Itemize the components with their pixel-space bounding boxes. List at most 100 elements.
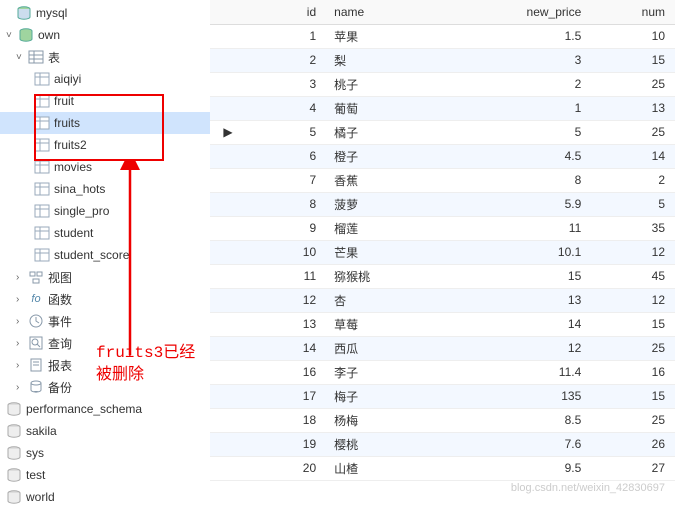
col-header-id[interactable]: id [248, 0, 326, 24]
expand-icon[interactable]: › [16, 338, 28, 349]
table-row[interactable]: 6橙子4.514 [210, 144, 675, 168]
cell-id[interactable]: 14 [248, 336, 326, 360]
cell-new_price[interactable]: 4.5 [452, 144, 592, 168]
cell-num[interactable]: 13 [591, 96, 675, 120]
cell-name[interactable]: 桃子 [326, 72, 452, 96]
queries-folder[interactable]: ›查询 [0, 332, 210, 354]
cell-new_price[interactable]: 8.5 [452, 408, 592, 432]
cell-num[interactable]: 15 [591, 48, 675, 72]
cell-id[interactable]: 10 [248, 240, 326, 264]
db-item[interactable]: test [0, 464, 210, 486]
cell-new_price[interactable]: 2 [452, 72, 592, 96]
cell-id[interactable]: 6 [248, 144, 326, 168]
db-item[interactable]: performance_schema [0, 398, 210, 420]
cell-new_price[interactable]: 9.5 [452, 456, 592, 480]
cell-id[interactable]: 16 [248, 360, 326, 384]
cell-id[interactable]: 3 [248, 72, 326, 96]
table-row[interactable]: 18杨梅8.525 [210, 408, 675, 432]
cell-new_price[interactable]: 11 [452, 216, 592, 240]
cell-id[interactable]: 5 [248, 120, 326, 144]
events-folder[interactable]: ›事件 [0, 310, 210, 332]
cell-id[interactable]: 12 [248, 288, 326, 312]
cell-id[interactable]: 11 [248, 264, 326, 288]
functions-folder[interactable]: ›fo函数 [0, 288, 210, 310]
table-row[interactable]: 7香蕉82 [210, 168, 675, 192]
cell-num[interactable]: 26 [591, 432, 675, 456]
cell-new_price[interactable]: 15 [452, 264, 592, 288]
cell-num[interactable]: 15 [591, 384, 675, 408]
table-row[interactable]: 16李子11.416 [210, 360, 675, 384]
cell-name[interactable]: 杨梅 [326, 408, 452, 432]
cell-id[interactable]: 19 [248, 432, 326, 456]
col-header-name[interactable]: name [326, 0, 452, 24]
table-item[interactable]: fruits2 [0, 134, 210, 156]
table-row[interactable]: 1苹果1.510 [210, 24, 675, 48]
cell-new_price[interactable]: 135 [452, 384, 592, 408]
data-grid[interactable]: id name new_price num 1苹果1.5102梨3153桃子22… [210, 0, 675, 481]
table-row[interactable]: 3桃子225 [210, 72, 675, 96]
cell-new_price[interactable]: 8 [452, 168, 592, 192]
cell-name[interactable]: 猕猴桃 [326, 264, 452, 288]
cell-name[interactable]: 梨 [326, 48, 452, 72]
table-item[interactable]: sina_hots [0, 178, 210, 200]
db-item[interactable]: sakila [0, 420, 210, 442]
table-row[interactable]: 19樱桃7.626 [210, 432, 675, 456]
cell-id[interactable]: 2 [248, 48, 326, 72]
cell-name[interactable]: 樱桃 [326, 432, 452, 456]
cell-id[interactable]: 13 [248, 312, 326, 336]
cell-id[interactable]: 1 [248, 24, 326, 48]
table-row[interactable]: 20山楂9.527 [210, 456, 675, 480]
cell-num[interactable]: 12 [591, 240, 675, 264]
table-item[interactable]: student_score [0, 244, 210, 266]
cell-name[interactable]: 苹果 [326, 24, 452, 48]
cell-id[interactable]: 8 [248, 192, 326, 216]
table-row[interactable]: 8菠萝5.95 [210, 192, 675, 216]
tables-folder[interactable]: ˅ 表 [0, 46, 210, 68]
table-row[interactable]: 9榴莲1135 [210, 216, 675, 240]
table-row[interactable]: 12杏1312 [210, 288, 675, 312]
cell-name[interactable]: 草莓 [326, 312, 452, 336]
cell-new_price[interactable]: 1.5 [452, 24, 592, 48]
table-row[interactable]: 17梅子13515 [210, 384, 675, 408]
db-mysql[interactable]: mysql [0, 2, 210, 24]
cell-new_price[interactable]: 3 [452, 48, 592, 72]
cell-name[interactable]: 橘子 [326, 120, 452, 144]
collapse-icon[interactable]: ˅ [16, 52, 28, 63]
expand-icon[interactable]: › [16, 294, 28, 305]
table-item-selected[interactable]: fruits [0, 112, 210, 134]
db-item[interactable]: sys [0, 442, 210, 464]
table-item[interactable]: single_pro [0, 200, 210, 222]
cell-name[interactable]: 芒果 [326, 240, 452, 264]
backup-folder[interactable]: ›备份 [0, 376, 210, 398]
cell-num[interactable]: 25 [591, 120, 675, 144]
cell-num[interactable]: 2 [591, 168, 675, 192]
cell-name[interactable]: 榴莲 [326, 216, 452, 240]
db-item[interactable]: world [0, 486, 210, 508]
cell-num[interactable]: 35 [591, 216, 675, 240]
cell-new_price[interactable]: 11.4 [452, 360, 592, 384]
cell-name[interactable]: 杏 [326, 288, 452, 312]
table-item[interactable]: aiqiyi [0, 68, 210, 90]
cell-num[interactable]: 45 [591, 264, 675, 288]
cell-id[interactable]: 4 [248, 96, 326, 120]
expand-icon[interactable]: › [16, 382, 28, 393]
cell-new_price[interactable]: 7.6 [452, 432, 592, 456]
cell-new_price[interactable]: 5 [452, 120, 592, 144]
cell-num[interactable]: 25 [591, 336, 675, 360]
cell-name[interactable]: 山楂 [326, 456, 452, 480]
table-row[interactable]: 10芒果10.112 [210, 240, 675, 264]
cell-new_price[interactable]: 14 [452, 312, 592, 336]
cell-name[interactable]: 李子 [326, 360, 452, 384]
table-row[interactable]: ▶5橘子525 [210, 120, 675, 144]
cell-new_price[interactable]: 13 [452, 288, 592, 312]
db-own[interactable]: ˅ own [0, 24, 210, 46]
table-item[interactable]: movies [0, 156, 210, 178]
cell-id[interactable]: 20 [248, 456, 326, 480]
expand-icon[interactable]: › [16, 360, 28, 371]
cell-id[interactable]: 7 [248, 168, 326, 192]
col-header-num[interactable]: num [591, 0, 675, 24]
cell-num[interactable]: 15 [591, 312, 675, 336]
table-row[interactable]: 2梨315 [210, 48, 675, 72]
table-row[interactable]: 13草莓1415 [210, 312, 675, 336]
expand-icon[interactable]: › [16, 272, 28, 283]
